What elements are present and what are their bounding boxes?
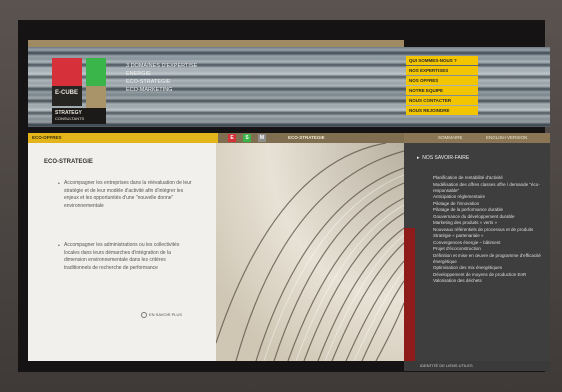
- tab-eco-marketing[interactable]: M: [258, 134, 266, 142]
- main-menu: QUI SOMMES-NOUS ? NOS EXPERTISES NOS OFF…: [406, 56, 478, 116]
- bullet-icon: •: [58, 181, 60, 187]
- list-item[interactable]: Convergences énergie – bâtiment: [433, 240, 545, 246]
- content-paragraph: Accompagner les administrations ou les c…: [64, 242, 180, 271]
- tagline-line: ECO-STRATEGIE: [126, 79, 171, 85]
- tagline-line: 3 DOMAINES D'EXPERTISE: [126, 63, 198, 69]
- expertise-panel-title: ▸ NOS SAVOIR-FAIRE: [417, 155, 469, 161]
- logo-m-block[interactable]: [86, 58, 106, 86]
- list-item[interactable]: Définition et mise en œuvre de programme…: [433, 253, 545, 265]
- subnav-section-label: ECO-STRATEGIE: [288, 135, 325, 140]
- bullet-icon: •: [58, 243, 60, 249]
- logo-name: E-CUBE: [55, 90, 79, 96]
- logo-name-block[interactable]: E-CUBE: [52, 86, 82, 106]
- link-sommaire[interactable]: SOMMAIRE: [438, 133, 463, 143]
- list-item[interactable]: Pilotage de la performance durable: [433, 207, 545, 213]
- content-paragraph: Accompagner les entreprises dans la réév…: [64, 180, 192, 209]
- link-english-version[interactable]: ENGLISH VERSION: [486, 133, 527, 143]
- menu-item-about[interactable]: QUI SOMMES-NOUS ?: [406, 56, 478, 65]
- plus-circle-icon: [141, 312, 147, 318]
- header-top-strip: [28, 40, 404, 47]
- subnav-utility-bar: SOMMAIRE ENGLISH VERSION: [404, 133, 550, 143]
- list-item[interactable]: Stratégie « partenariale »: [433, 233, 545, 239]
- tab-energie[interactable]: E: [228, 134, 236, 142]
- list-item[interactable]: Projet d'écoconstruction: [433, 246, 545, 252]
- content-title: ECO-STRATEGIE: [44, 159, 93, 165]
- hero-photo: [216, 143, 404, 361]
- list-item[interactable]: Valorisation des déchets: [433, 278, 545, 284]
- footer-link[interactable]: IDENTITÉ DE LIENS UTILES: [420, 363, 473, 369]
- expertise-panel-title-text: NOS SAVOIR-FAIRE: [422, 155, 470, 161]
- logo-tan-block: [86, 86, 106, 108]
- list-item[interactable]: Pilotage de l'innovation: [433, 201, 545, 207]
- subnav-offers-bar[interactable]: ECO-OFFRES: [28, 133, 218, 143]
- header-tagline: 3 DOMAINES D'EXPERTISE ENERGIE ECO-STRAT…: [126, 62, 197, 94]
- menu-item-join[interactable]: NOUS REJOINDRE: [406, 106, 478, 115]
- list-item[interactable]: Développement de moyens de production En…: [433, 272, 545, 278]
- tagline-line: ECO-MARKETING: [126, 87, 173, 93]
- tab-eco-strategie[interactable]: S: [243, 134, 251, 142]
- tagline-line: ENERGIE: [126, 71, 151, 77]
- paper-rings-image: [216, 143, 404, 361]
- menu-item-offers[interactable]: NOS OFFRES: [406, 76, 478, 85]
- menu-item-expertise[interactable]: NOS EXPERTISES: [406, 66, 478, 75]
- logo-e-block[interactable]: [52, 58, 82, 86]
- logo-subtitle-block: STRATEGY CONSULTANTS: [52, 108, 106, 124]
- menu-item-contact[interactable]: NOUS CONTACTER: [406, 96, 478, 105]
- list-item[interactable]: Anticipation réglementaire: [433, 194, 545, 200]
- subnav-offers-label: ECO-OFFRES: [32, 135, 62, 140]
- read-more-label: EN SAVOIR PLUS: [149, 312, 183, 318]
- list-item[interactable]: Modélisation des offres classes offre / …: [433, 182, 545, 194]
- list-item[interactable]: Planification de rentabilité d'activité: [433, 175, 545, 181]
- list-item[interactable]: Optimisation des mix énergétiques: [433, 265, 545, 271]
- list-item[interactable]: Marketing des produits « verts »: [433, 220, 545, 226]
- accent-bar: [404, 228, 415, 361]
- read-more-link[interactable]: EN SAVOIR PLUS: [141, 312, 182, 318]
- logo-subtitle-line2: CONSULTANTS: [55, 116, 85, 121]
- list-item[interactable]: Gouvernance du développement durable: [433, 214, 545, 220]
- expertise-list: Planification de rentabilité d'activité …: [433, 175, 545, 285]
- list-item[interactable]: Nouveaux référentiels de processus et de…: [433, 227, 545, 233]
- menu-item-team[interactable]: NOTRE EQUIPE: [406, 86, 478, 95]
